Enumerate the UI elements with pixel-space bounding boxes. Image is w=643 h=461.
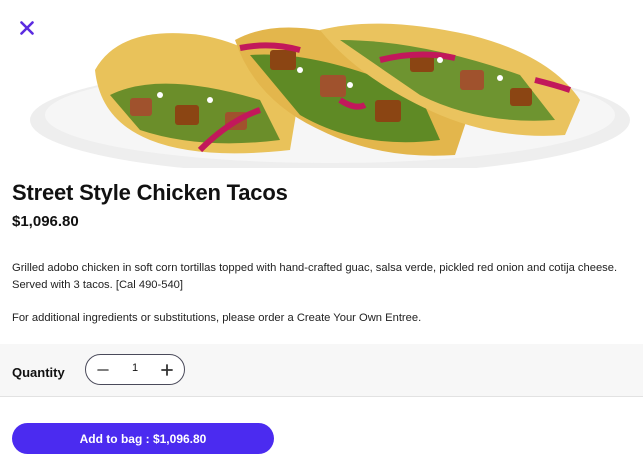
quantity-value: 1 <box>131 362 139 374</box>
minus-icon <box>97 368 109 371</box>
add-to-bag-button[interactable]: Add to bag : $1,096.80 <box>12 423 274 454</box>
quantity-section: Quantity 1 <box>0 344 643 397</box>
item-price: $1,096.80 <box>12 213 79 230</box>
quantity-stepper: 1 <box>85 354 185 385</box>
item-note: For additional ingredients or substituti… <box>12 312 422 324</box>
tacos-photo <box>30 23 630 168</box>
plus-icon <box>161 363 173 376</box>
item-hero-image <box>0 0 643 168</box>
item-detail-modal: Street Style Chicken Tacos $1,096.80 Gri… <box>0 0 643 461</box>
close-button[interactable] <box>16 17 38 39</box>
decrease-quantity-button[interactable] <box>88 355 118 384</box>
close-icon <box>20 21 34 35</box>
item-title: Street Style Chicken Tacos <box>12 180 288 205</box>
item-description: Grilled adobo chicken in soft corn torti… <box>12 262 618 291</box>
quantity-label: Quantity <box>12 365 65 380</box>
increase-quantity-button[interactable] <box>152 355 182 384</box>
